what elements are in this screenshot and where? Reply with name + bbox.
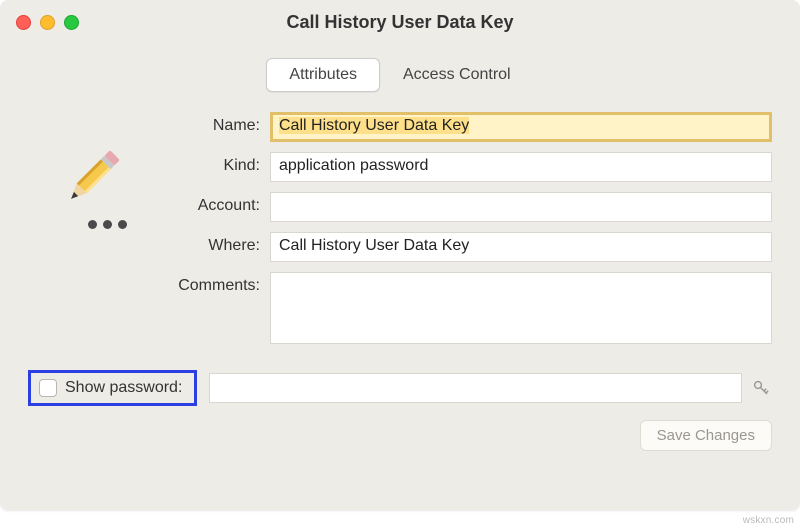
key-icon[interactable] <box>750 377 772 399</box>
button-row: Save Changes <box>0 406 800 451</box>
label-kind: Kind: <box>158 152 270 175</box>
name-field[interactable]: Call History User Data Key <box>270 112 772 142</box>
label-name: Name: <box>158 112 270 135</box>
password-field[interactable] <box>209 373 742 403</box>
titlebar: Call History User Data Key <box>0 0 800 44</box>
show-password-highlight: Show password: <box>28 370 197 406</box>
window-title: Call History User Data Key <box>0 12 800 33</box>
password-row: Show password: <box>0 358 800 406</box>
ellipsis-icon <box>88 220 127 229</box>
label-comments: Comments: <box>158 272 270 295</box>
close-button[interactable] <box>16 15 31 30</box>
keychain-item-window: Call History User Data Key Attributes Ac… <box>0 0 800 510</box>
content-area: Name: Call History User Data Key Kind: a… <box>0 98 800 358</box>
save-changes-button[interactable]: Save Changes <box>640 420 772 451</box>
comments-field[interactable] <box>270 272 772 344</box>
label-account: Account: <box>158 192 270 215</box>
tab-bar: Attributes Access Control <box>0 44 800 98</box>
tab-attributes[interactable]: Attributes <box>266 58 380 92</box>
pencil-dots-icon <box>54 138 132 229</box>
label-where: Where: <box>158 232 270 255</box>
icon-column <box>28 112 158 358</box>
attributes-form: Name: Call History User Data Key Kind: a… <box>158 112 772 358</box>
minimize-button[interactable] <box>40 15 55 30</box>
account-field[interactable] <box>270 192 772 222</box>
tab-access-control[interactable]: Access Control <box>380 58 534 92</box>
label-show-password: Show password: <box>65 379 182 397</box>
kind-field[interactable]: application password <box>270 152 772 182</box>
watermark: wskxn.com <box>743 515 794 526</box>
zoom-button[interactable] <box>64 15 79 30</box>
show-password-checkbox[interactable] <box>39 379 57 397</box>
window-controls <box>16 0 79 44</box>
where-field[interactable]: Call History User Data Key <box>270 232 772 262</box>
